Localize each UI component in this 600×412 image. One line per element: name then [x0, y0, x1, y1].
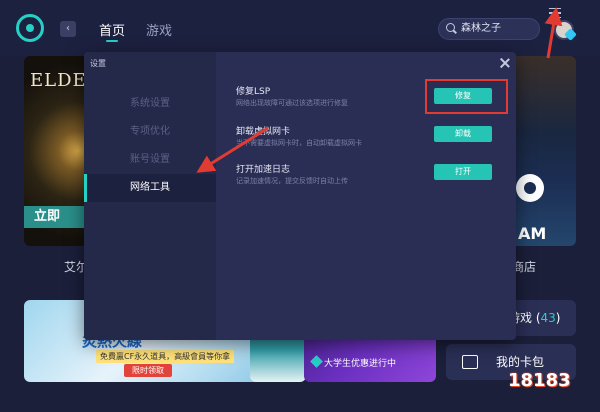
- annotation-highlight-box: [425, 79, 508, 114]
- option-desc-uninstall-nic: 当不需要虚拟网卡时，自动卸载虚拟网卡: [236, 139, 362, 147]
- option-title-fix-lsp: 修复LSP: [236, 87, 271, 97]
- open-log-button[interactable]: 打开: [434, 164, 492, 180]
- steam-logo-icon: [516, 174, 544, 202]
- game-card-steam[interactable]: AM: [512, 56, 576, 246]
- uninstall-nic-button[interactable]: 卸载: [434, 126, 492, 142]
- active-tab-indicator: [106, 40, 118, 42]
- games-count: 43: [540, 311, 556, 325]
- promo-logo-icon: [310, 355, 323, 368]
- settings-dialog: 设置 系统设置 专项优化 账号设置 网络工具 修复LSP 网络出现故障可通过该选…: [84, 52, 516, 340]
- close-icon[interactable]: [500, 58, 510, 68]
- promo-text: 大学生优惠进行中: [324, 359, 397, 369]
- tab-games[interactable]: 游戏: [146, 20, 172, 39]
- banner-claim-button[interactable]: 限时领取: [124, 364, 172, 377]
- sidebar-item-account[interactable]: 账号设置: [84, 146, 216, 174]
- settings-sidebar: 设置 系统设置 专项优化 账号设置 网络工具: [84, 52, 216, 340]
- app-logo-icon[interactable]: [16, 14, 44, 42]
- back-button[interactable]: ‹: [60, 21, 76, 37]
- banner-subtitle: 免費贏CF永久道具，高級會員等你拿: [96, 350, 235, 363]
- option-desc-fix-lsp: 网络出现故障可通过该选项进行修复: [236, 99, 348, 107]
- sidebar-item-system[interactable]: 系统设置: [84, 90, 216, 118]
- option-title-uninstall-nic: 卸载虚拟网卡: [236, 127, 291, 137]
- cards-label: 我的卡包: [496, 355, 545, 369]
- sidebar-item-optimization[interactable]: 专项优化: [84, 118, 216, 146]
- site-watermark: 18183: [508, 370, 571, 391]
- option-title-accel-log: 打开加速日志: [236, 165, 291, 175]
- game-card-cta[interactable]: 立即: [24, 206, 84, 228]
- steam-card-text: AM: [518, 224, 547, 243]
- dialog-title: 设置: [90, 59, 106, 68]
- option-desc-accel-log: 记录加速情况，提交反馈时自动上传: [236, 177, 348, 185]
- search-icon: [446, 23, 455, 32]
- ticket-icon: [462, 355, 478, 369]
- tab-home[interactable]: 首页: [99, 20, 125, 39]
- sidebar-item-network-tools[interactable]: 网络工具: [84, 174, 216, 202]
- top-bar: ‹ 首页 游戏 森林之子: [0, 0, 600, 56]
- menu-icon[interactable]: [549, 8, 561, 18]
